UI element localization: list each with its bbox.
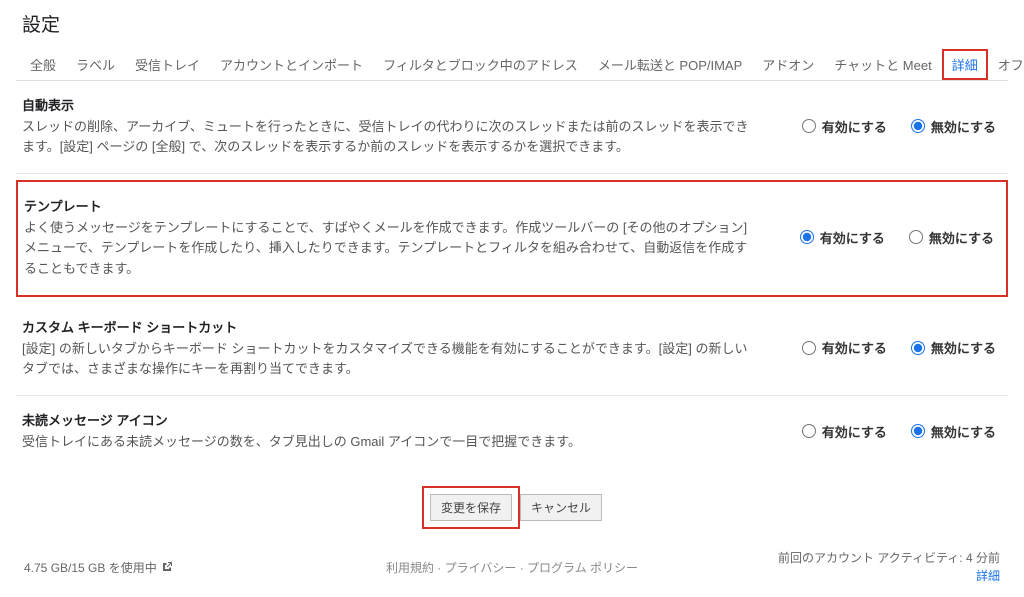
enable-label: 有効にする (820, 228, 885, 247)
tab-chat[interactable]: チャットと Meet (824, 49, 941, 80)
unread-icon-desc: 受信トレイにある未読メッセージの数を、タブ見出しの Gmail アイコンで一目で… (22, 432, 752, 452)
custom-shortcuts-title: カスタム キーボード ショートカット (22, 317, 752, 336)
section-custom-shortcuts: カスタム キーボード ショートカット [設定] の新しいタブからキーボード ショ… (16, 303, 1008, 396)
unread-icon-enable[interactable]: 有効にする (802, 422, 887, 441)
section-templates: テンプレート よく使うメッセージをテンプレートにすることで、すばやくメールを作成… (16, 180, 1008, 296)
enable-label: 有効にする (822, 338, 887, 357)
unread-icon-enable-radio[interactable] (802, 424, 816, 438)
auto-advance-desc: スレッドの削除、アーカイブ、ミュートを行ったときに、受信トレイの代わりに次のスレ… (22, 117, 752, 157)
settings-tabs: 全般 ラベル 受信トレイ アカウントとインポート フィルタとブロック中のアドレス… (16, 49, 1008, 81)
enable-label: 有効にする (822, 422, 887, 441)
save-highlight: 変更を保存 (422, 486, 520, 529)
custom-shortcuts-enable-radio[interactable] (802, 341, 816, 355)
disable-label: 無効にする (931, 117, 996, 136)
auto-advance-disable[interactable]: 無効にする (911, 117, 996, 136)
unread-icon-disable-radio[interactable] (911, 424, 925, 438)
cancel-button[interactable]: キャンセル (520, 494, 602, 521)
account-activity: 前回のアカウント アクティビティ: 4 分前 (778, 549, 1000, 567)
disable-label: 無効にする (931, 338, 996, 357)
custom-shortcuts-disable[interactable]: 無効にする (911, 338, 996, 357)
templates-enable[interactable]: 有効にする (800, 228, 885, 247)
unread-icon-title: 未読メッセージ アイコン (22, 410, 752, 429)
activity-details-link[interactable]: 詳細 (778, 567, 1000, 585)
templates-enable-radio[interactable] (800, 230, 814, 244)
page-title: 設定 (16, 0, 1008, 49)
save-button[interactable]: 変更を保存 (430, 494, 512, 521)
templates-disable[interactable]: 無効にする (909, 228, 994, 247)
unread-icon-disable[interactable]: 無効にする (911, 422, 996, 441)
tab-labels[interactable]: ラベル (66, 49, 125, 80)
open-external-icon[interactable] (161, 561, 173, 573)
disable-label: 無効にする (931, 422, 996, 441)
custom-shortcuts-disable-radio[interactable] (911, 341, 925, 355)
button-row: 変更を保存 キャンセル (16, 468, 1008, 545)
tab-addons[interactable]: アドオン (752, 49, 824, 80)
tab-accounts[interactable]: アカウントとインポート (210, 49, 373, 80)
disable-label: 無効にする (929, 228, 994, 247)
tab-inbox[interactable]: 受信トレイ (125, 49, 210, 80)
tab-advanced[interactable]: 詳細 (942, 49, 988, 80)
tab-forwarding[interactable]: メール転送と POP/IMAP (588, 49, 752, 80)
footer: 4.75 GB/15 GB を使用中 利用規約 · プライバシー · プログラム… (16, 545, 1008, 597)
custom-shortcuts-enable[interactable]: 有効にする (802, 338, 887, 357)
templates-desc: よく使うメッセージをテンプレートにすることで、すばやくメールを作成できます。作成… (24, 218, 750, 278)
footer-policies[interactable]: 利用規約 · プライバシー · プログラム ポリシー (386, 559, 638, 576)
section-unread-icon: 未読メッセージ アイコン 受信トレイにある未読メッセージの数を、タブ見出しの G… (16, 396, 1008, 468)
tab-general[interactable]: 全般 (20, 49, 66, 80)
section-auto-advance: 自動表示 スレッドの削除、アーカイブ、ミュートを行ったときに、受信トレイの代わり… (16, 81, 1008, 174)
templates-title: テンプレート (24, 196, 750, 215)
auto-advance-title: 自動表示 (22, 95, 752, 114)
custom-shortcuts-desc: [設定] の新しいタブからキーボード ショートカットをカスタマイズできる機能を有… (22, 339, 752, 379)
auto-advance-enable-radio[interactable] (802, 119, 816, 133)
tab-offline[interactable]: オフライン (988, 49, 1024, 80)
auto-advance-enable[interactable]: 有効にする (802, 117, 887, 136)
auto-advance-disable-radio[interactable] (911, 119, 925, 133)
templates-disable-radio[interactable] (909, 230, 923, 244)
storage-usage: 4.75 GB/15 GB を使用中 (24, 559, 157, 576)
tab-filters[interactable]: フィルタとブロック中のアドレス (373, 49, 588, 80)
enable-label: 有効にする (822, 117, 887, 136)
